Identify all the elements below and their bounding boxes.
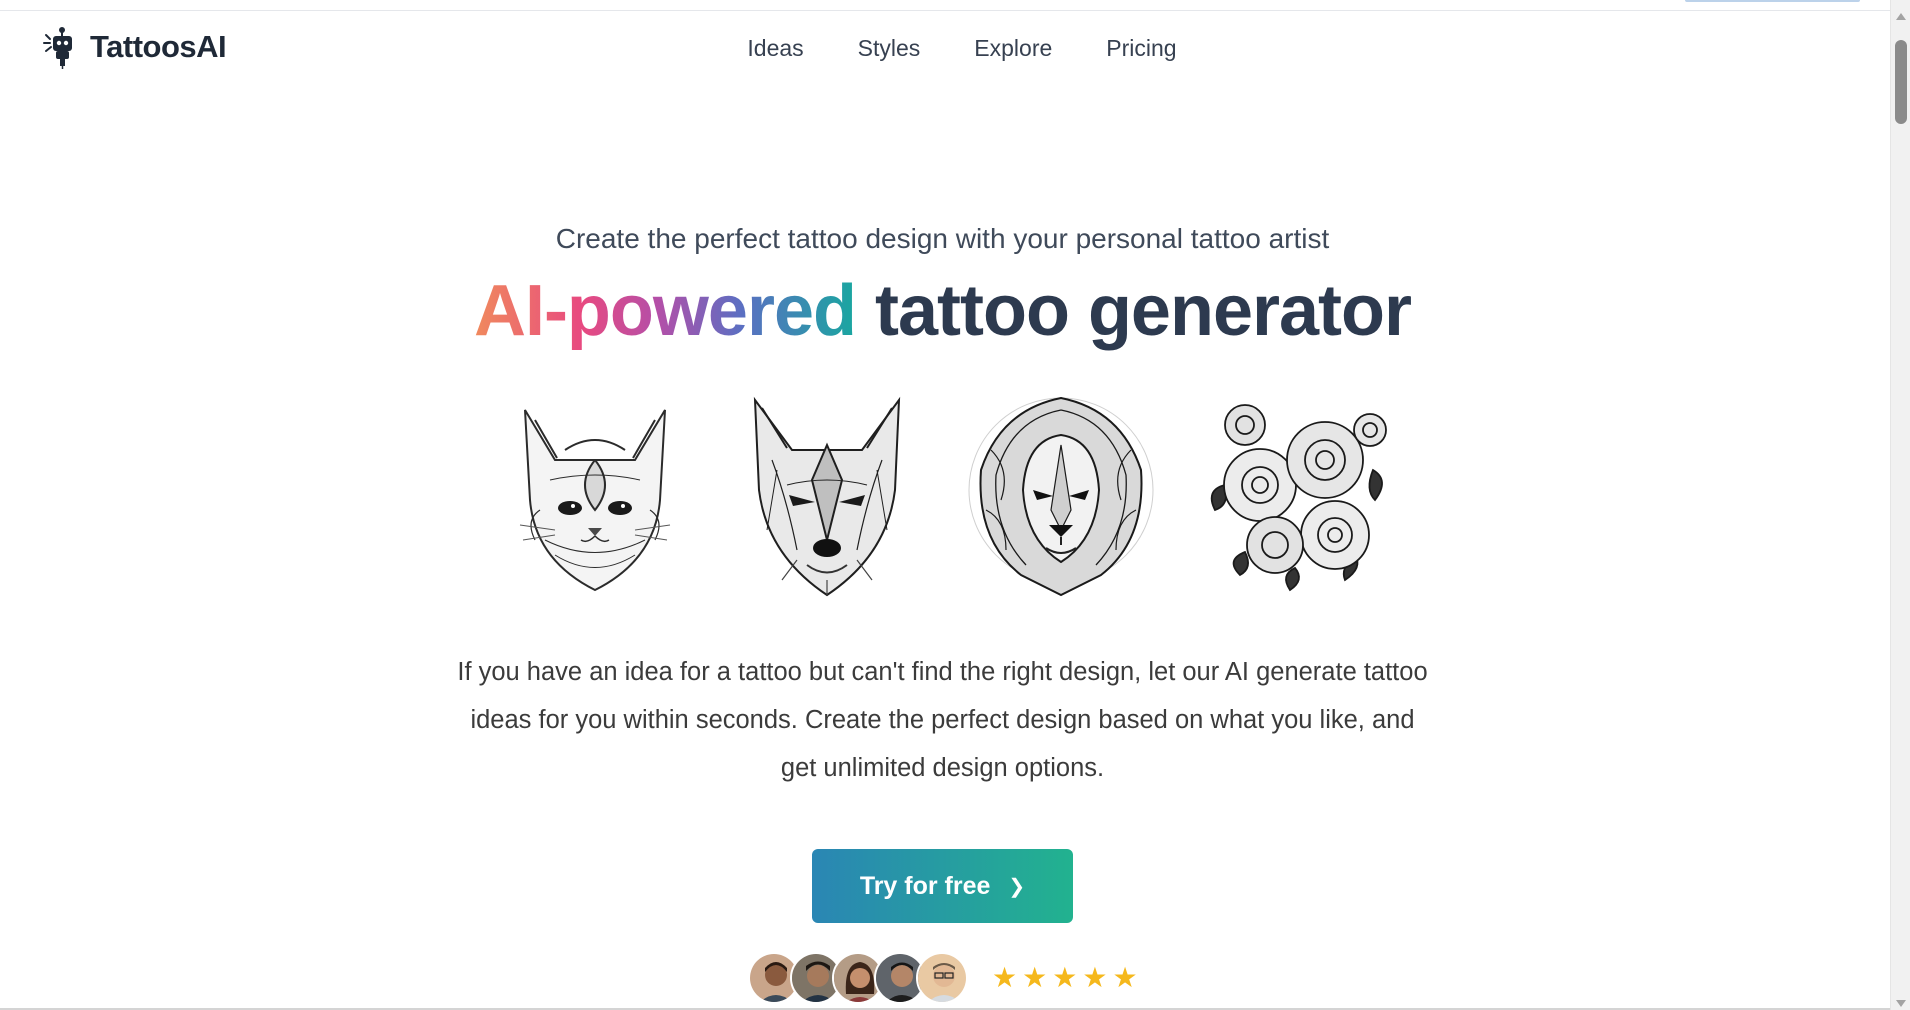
page-scrollbar[interactable] [1890, 0, 1910, 1010]
wolf-tattoo-image [727, 390, 927, 600]
scrollbar-thumb[interactable] [1895, 40, 1907, 124]
cat-tattoo-image [495, 390, 695, 600]
nav-link-explore[interactable]: Explore [974, 35, 1052, 62]
star-icon: ★ [1112, 961, 1138, 993]
star-icon: ★ [1052, 961, 1078, 993]
browser-top-edge [0, 0, 1890, 11]
nav-link-styles[interactable]: Styles [858, 35, 921, 62]
avatar [916, 951, 968, 1004]
tab-indicator [1685, 0, 1860, 2]
nav-link-pricing[interactable]: Pricing [1106, 35, 1176, 62]
star-icon: ★ [1082, 961, 1108, 993]
user-avatars [748, 951, 968, 1004]
scroll-up-arrow-icon[interactable] [1896, 13, 1906, 20]
site-header: TattoosAI Ideas Styles Explore Pricing [0, 11, 1890, 91]
roses-tattoo-image [1195, 390, 1395, 600]
social-proof: ★ ★ ★ ★ ★ [748, 950, 1138, 1005]
hero-title: AI-powered tattoo generator [0, 270, 1885, 352]
rating-stars: ★ ★ ★ ★ ★ [992, 961, 1138, 993]
hero-title-rest: tattoo generator [875, 271, 1412, 351]
hero-subtitle: Create the perfect tattoo design with yo… [555, 223, 1330, 254]
try-for-free-label: Try for free [859, 871, 991, 900]
hero-description: If you have an idea for a tattoo but can… [457, 658, 1428, 782]
hero-title-highlight: AI-powered [473, 271, 857, 351]
nav-link-ideas[interactable]: Ideas [747, 35, 803, 62]
star-icon: ★ [992, 961, 1018, 993]
main-nav: Ideas Styles Explore Pricing [0, 35, 1890, 62]
lion-tattoo-image [961, 390, 1161, 600]
chevron-right-icon: ❯ [1008, 875, 1026, 898]
tattoo-gallery [495, 390, 1400, 610]
star-icon: ★ [1022, 961, 1048, 993]
try-for-free-button[interactable]: Try for free ❯ [812, 849, 1073, 923]
scroll-down-arrow-icon[interactable] [1896, 1000, 1906, 1007]
